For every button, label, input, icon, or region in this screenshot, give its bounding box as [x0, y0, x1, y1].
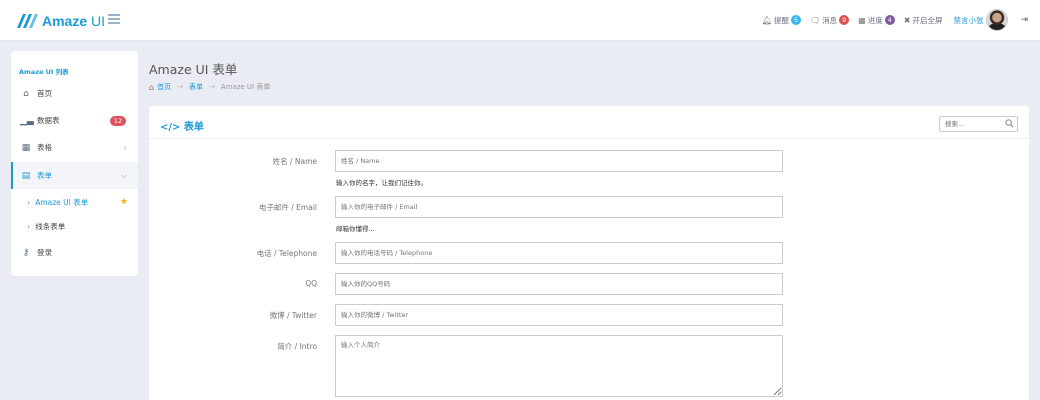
telephone-label: 电话 / Telephone: [256, 249, 317, 258]
avatar[interactable]: [986, 9, 1009, 31]
sidebar-item-table[interactable]: ▦ 表格 ›: [11, 134, 138, 161]
form-icon: ▤: [21, 170, 31, 181]
home-icon: ⌂: [149, 82, 155, 92]
sidebar-item-label: 数据表: [37, 116, 60, 125]
messages-badge: 9: [839, 15, 850, 25]
name-field[interactable]: [335, 150, 783, 172]
notifications-label: 提醒: [774, 15, 790, 25]
form-panel: </> 表单 姓名 / Name 输入你的名字，让我们记住你。 电子邮件 / E…: [149, 106, 1029, 400]
sidebar-subitem-label: Amaze UI 表单: [35, 197, 89, 207]
sidebar-subitem-label: 线条表单: [35, 221, 66, 231]
email-label: 电子邮件 / Email: [258, 203, 317, 212]
email-help-text: 邮箱你懂得...: [336, 225, 375, 233]
amaze-logo-icon: [17, 14, 38, 28]
qq-field[interactable]: [335, 273, 783, 295]
sidebar-title: Amaze UI 列表: [19, 68, 69, 76]
menu-toggle-icon[interactable]: [108, 14, 120, 25]
top-bar: Amaze UI 🔔︎ 提醒 5 🗨︎ 消息 9 ▦ 进度 4 ✖ 开启全屏 禁…: [0, 0, 1040, 41]
sidebar-subitem-line-form[interactable]: › 线条表单: [11, 214, 138, 238]
chevron-right-icon: ›: [27, 221, 31, 231]
data-count-badge: 12: [109, 115, 126, 126]
key-icon: ⚷: [22, 247, 30, 258]
sidebar-item-form[interactable]: ▤ 表单 ⌵: [11, 162, 138, 189]
code-icon: </>: [160, 122, 181, 133]
twitter-label: 微博 / Twitter: [269, 311, 317, 320]
notifications-button[interactable]: 🔔︎ 提醒 5: [761, 15, 802, 26]
twitter-field[interactable]: [335, 304, 783, 326]
telephone-field[interactable]: [335, 242, 783, 264]
progress-label: 进度: [867, 15, 883, 25]
sidebar-subitem-amaze-form[interactable]: › Amaze UI 表单 ★: [11, 190, 138, 214]
intro-label: 简介 / Intro: [277, 342, 317, 351]
panel-title: </> 表单: [160, 122, 204, 133]
notifications-badge: 5: [791, 15, 802, 25]
bell-icon: 🔔︎: [761, 15, 773, 25]
breadcrumb-form[interactable]: 表单: [189, 82, 203, 92]
sidebar-item-data[interactable]: ▁▃ 数据表 12: [11, 107, 138, 134]
progress-button[interactable]: ▦ 进度 4: [858, 15, 895, 26]
breadcrumb: ⌂ 首页 → 表单 → Amaze UI 表单: [149, 82, 270, 92]
name-label: 姓名 / Name: [272, 157, 317, 166]
user-name[interactable]: 禁言小张: [953, 15, 983, 26]
bar-chart-icon: ▁▃: [20, 115, 34, 126]
breadcrumb-separator: →: [208, 83, 215, 91]
chevron-down-icon: ⌵: [120, 170, 127, 180]
sidebar-item-login[interactable]: ⚷ 登录: [11, 239, 138, 266]
breadcrumb-separator: →: [177, 83, 183, 91]
breadcrumb-home[interactable]: 首页: [157, 82, 171, 92]
sidebar-item-label: 表单: [37, 171, 52, 180]
sidebar-item-home[interactable]: ⌂ 首页: [11, 80, 138, 107]
intro-textarea[interactable]: [335, 335, 783, 397]
fullscreen-button[interactable]: ✖ 开启全屏: [904, 15, 943, 26]
breadcrumb-current: Amaze UI 表单: [220, 83, 271, 91]
panel-header: </> 表单: [149, 106, 1029, 139]
expand-icon: ✖: [903, 15, 911, 25]
fullscreen-label: 开启全屏: [912, 15, 943, 25]
home-icon: ⌂: [23, 88, 29, 99]
progress-badge: 4: [884, 15, 895, 25]
table-icon: ▦: [21, 142, 31, 153]
sidebar: Amaze UI 列表 ⌂ 首页 ▁▃ 数据表 12 ▦ 表格 › ▤ 表单 ⌵…: [11, 51, 138, 276]
chevron-right-icon: ›: [123, 143, 127, 152]
sidebar-item-label: 首页: [37, 89, 52, 98]
email-field[interactable]: [335, 196, 783, 218]
page-title: Amaze UI 表单: [149, 62, 238, 77]
comment-icon: 🗨︎: [810, 15, 821, 25]
qq-label: QQ: [305, 279, 317, 288]
messages-button[interactable]: 🗨︎ 消息 9: [810, 15, 850, 26]
logout-icon[interactable]: ⇥: [1020, 15, 1028, 25]
logo[interactable]: Amaze UI: [16, 11, 105, 31]
calendar-icon: ▦: [858, 15, 866, 25]
logo-text: Amaze UI: [42, 13, 106, 29]
sidebar-item-label: 表格: [37, 143, 52, 152]
messages-label: 消息: [822, 15, 838, 25]
name-help-text: 输入你的名字，让我们记住你。: [336, 179, 427, 187]
top-nav: 🔔︎ 提醒 5 🗨︎ 消息 9 ▦ 进度 4 ✖ 开启全屏 禁言小张 ⇥: [753, 9, 1028, 31]
sidebar-item-label: 登录: [37, 248, 52, 257]
chevron-right-icon: ›: [27, 197, 31, 207]
search-icon[interactable]: [1005, 119, 1014, 128]
star-icon: ★: [119, 197, 128, 207]
